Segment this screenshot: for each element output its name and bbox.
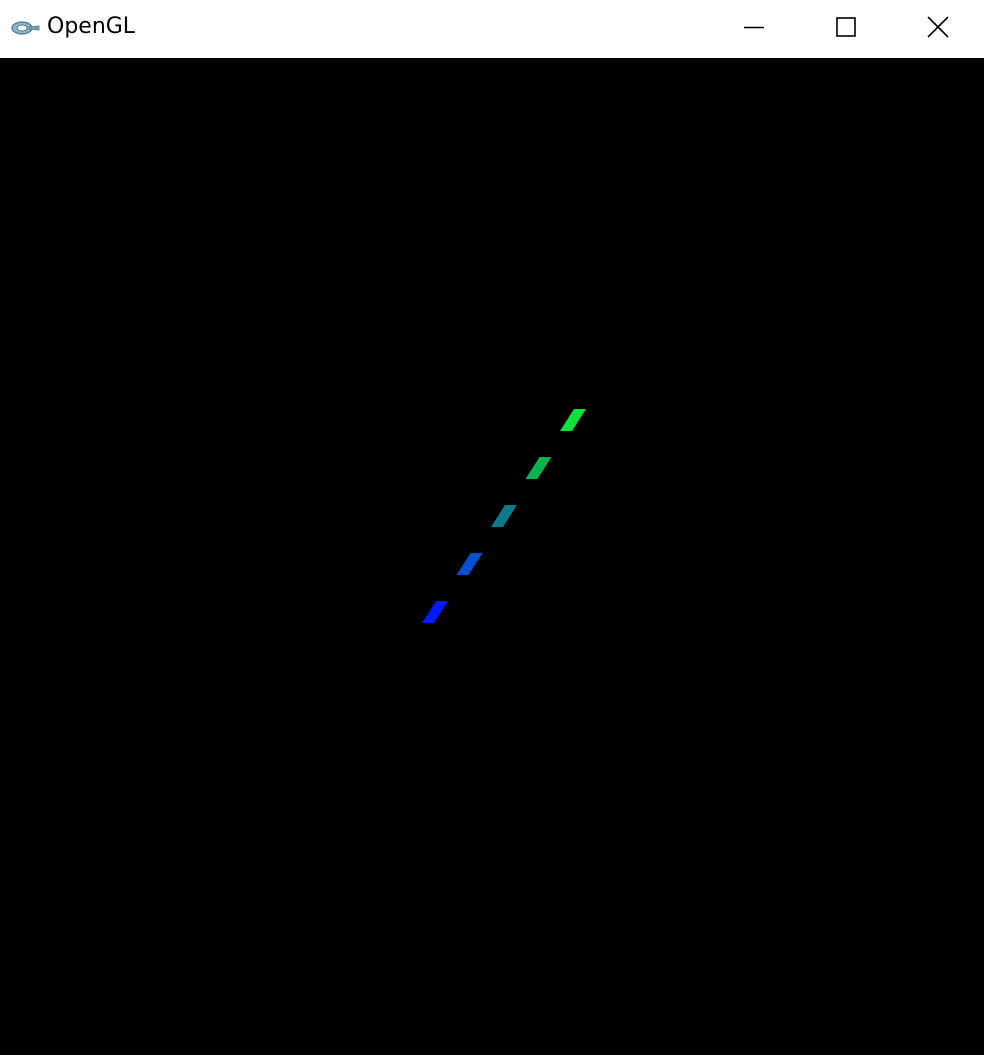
render-scene bbox=[422, 409, 586, 623]
opengl-window: OpenGL bbox=[0, 0, 984, 1055]
close-button[interactable] bbox=[892, 0, 984, 54]
window-title: OpenGL bbox=[47, 14, 136, 39]
window-controls bbox=[708, 0, 984, 54]
minimize-button[interactable] bbox=[708, 0, 800, 54]
line-segment bbox=[560, 409, 586, 431]
line-segment bbox=[456, 553, 483, 575]
line-segment bbox=[525, 457, 552, 479]
line-segment bbox=[422, 601, 448, 623]
minimize-icon bbox=[744, 26, 764, 29]
opengl-viewport[interactable] bbox=[0, 58, 984, 1055]
opengl-app-icon bbox=[10, 18, 40, 38]
line-segment bbox=[491, 505, 517, 527]
maximize-icon bbox=[836, 17, 856, 37]
close-icon bbox=[927, 16, 949, 38]
title-bar[interactable]: OpenGL bbox=[0, 0, 984, 58]
maximize-button[interactable] bbox=[800, 0, 892, 54]
